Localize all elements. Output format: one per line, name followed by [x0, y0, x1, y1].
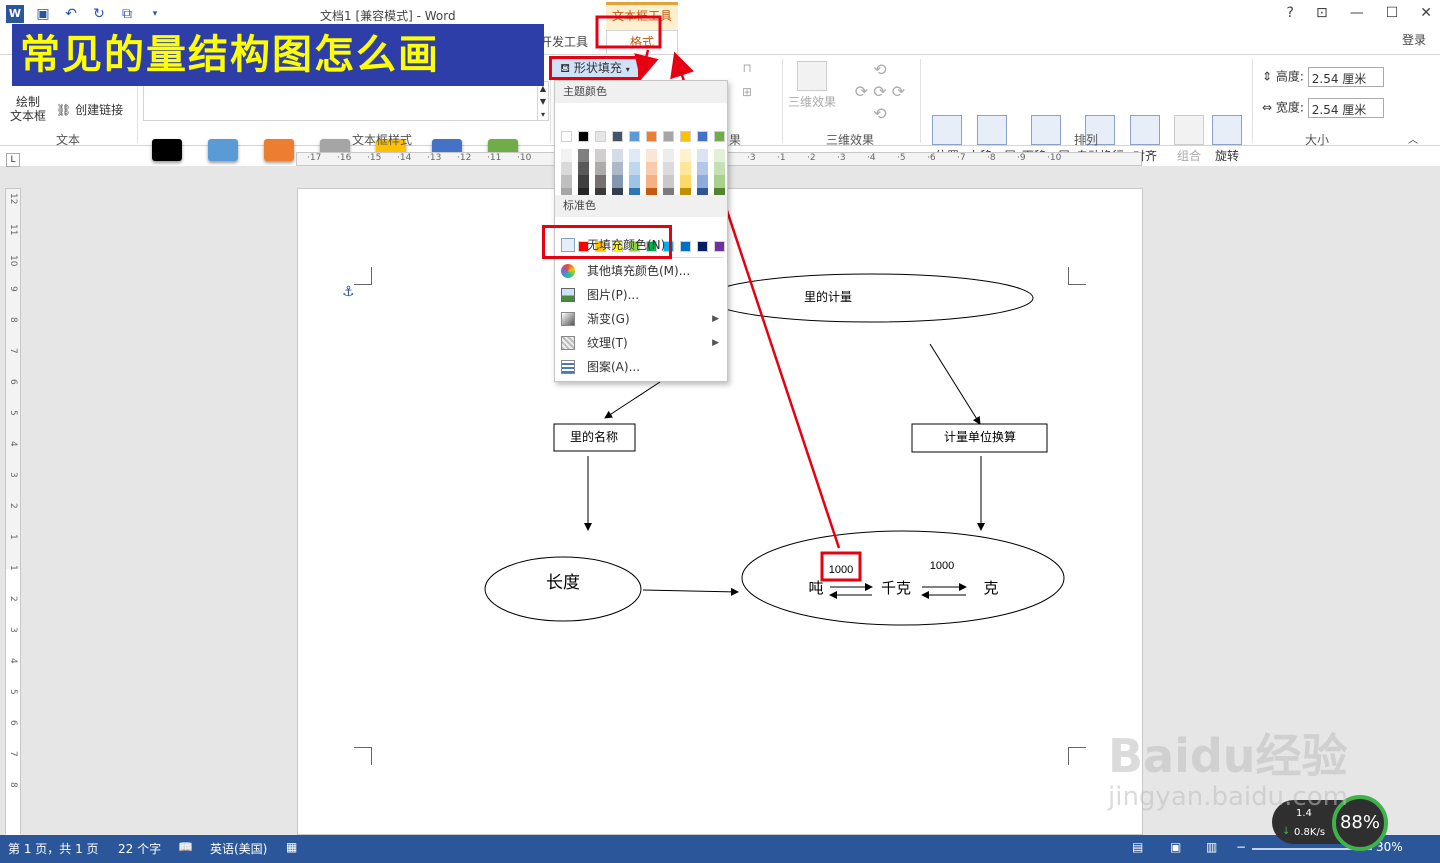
print-layout-icon[interactable]: ▣: [1170, 840, 1181, 854]
length-label: 长度: [546, 573, 580, 593]
gradient-icon: [561, 312, 575, 326]
language-label[interactable]: 英语(美国): [210, 840, 267, 857]
watermark-brand: Baidu经验: [1108, 729, 1348, 783]
fill-menu-item-label: 渐变(G): [587, 312, 630, 326]
theme-shade-swatch[interactable]: [578, 149, 589, 162]
fill-menu-item[interactable]: 图片(P)...: [555, 283, 727, 307]
theme-shade-swatch[interactable]: [663, 162, 674, 175]
theme-shade-swatch[interactable]: [714, 149, 725, 162]
theme-shade-swatch[interactable]: [595, 162, 606, 175]
root-label: 里的计量: [804, 289, 852, 304]
theme-shade-swatch[interactable]: [714, 175, 725, 188]
arrow-length-units: [642, 587, 739, 596]
theme-shade-swatch[interactable]: [561, 162, 572, 175]
submenu-arrow-icon: ▶: [712, 338, 719, 348]
theme-shade-swatch[interactable]: [697, 162, 708, 175]
arrow-root-right: [929, 343, 981, 425]
download-speed: 0.8K/s: [1294, 827, 1326, 838]
watermark-url: jingyan.baidu.com: [1108, 782, 1348, 812]
theme-color-swatch[interactable]: [646, 131, 657, 142]
theme-shade-swatch[interactable]: [578, 162, 589, 175]
theme-shade-swatch[interactable]: [697, 149, 708, 162]
theme-shade-swatch[interactable]: [561, 175, 572, 188]
fill-menu-item-label: 图案(A)...: [587, 360, 641, 374]
zoom-out-icon[interactable]: −: [1236, 840, 1246, 854]
fill-menu-item-label: 其他填充颜色(M)...: [587, 264, 691, 278]
units-ellipse[interactable]: [741, 530, 1065, 626]
theme-shade-swatch[interactable]: [646, 149, 657, 162]
theme-colors-header: 主题颜色: [555, 81, 727, 103]
theme-shade-swatch[interactable]: [663, 175, 674, 188]
ton-label: 吨: [808, 579, 823, 597]
highlight-no-fill: [542, 225, 672, 259]
fill-menu-item[interactable]: 纹理(T) ▶: [555, 331, 727, 355]
baidu-watermark: Baidu经验 jingyan.baidu.com: [1108, 720, 1348, 812]
theme-shade-swatch[interactable]: [561, 149, 572, 162]
standard-colors-header: 标准色: [555, 195, 727, 217]
macro-icon[interactable]: ▦: [286, 840, 297, 854]
download-arrow-icon: ↓: [1282, 826, 1291, 837]
theme-color-swatch[interactable]: [561, 131, 572, 142]
theme-color-swatch[interactable]: [629, 131, 640, 142]
theme-shade-swatch[interactable]: [629, 175, 640, 188]
arrow-root-left: [604, 381, 661, 419]
theme-color-swatch[interactable]: [697, 131, 708, 142]
theme-color-swatch[interactable]: [595, 131, 606, 142]
status-bar: 第 1 页，共 1 页 22 个字 📖 英语(美国) ▦ ▤ ▣ ▥ − 30%: [0, 835, 1440, 863]
picture-icon: [561, 288, 575, 302]
fill-menu-item[interactable]: 渐变(G) ▶: [555, 307, 727, 331]
factor1-label: 1000: [829, 564, 853, 576]
theme-color-swatch[interactable]: [663, 131, 674, 142]
theme-shade-swatch[interactable]: [680, 162, 691, 175]
theme-shade-swatch[interactable]: [612, 175, 623, 188]
theme-shade-swatch[interactable]: [629, 149, 640, 162]
word-count[interactable]: 22 个字: [118, 840, 161, 857]
gram-label: 克: [983, 579, 998, 597]
theme-shade-swatch[interactable]: [663, 149, 674, 162]
right-box-label: 计量单位换算: [944, 429, 1016, 444]
submenu-arrow-icon: ▶: [712, 314, 719, 324]
fill-menu-item[interactable]: 其他填充颜色(M)...: [555, 259, 727, 283]
theme-shade-swatch[interactable]: [697, 175, 708, 188]
proofing-icon[interactable]: 📖: [178, 840, 193, 854]
fill-menu-item-label: 纹理(T): [587, 336, 628, 350]
texture-icon: [561, 336, 575, 350]
theme-color-swatch[interactable]: [680, 131, 691, 142]
left-box-label: 里的名称: [570, 429, 618, 444]
fill-menu-item[interactable]: 图案(A)...: [555, 355, 727, 379]
theme-color-swatch[interactable]: [578, 131, 589, 142]
read-mode-icon[interactable]: ▤: [1132, 840, 1143, 854]
theme-shade-swatch[interactable]: [595, 149, 606, 162]
pattern-icon: [561, 360, 575, 374]
theme-shade-swatch[interactable]: [646, 175, 657, 188]
highlight-format-tab: [595, 15, 662, 49]
factor2-label: 1000: [930, 560, 954, 572]
page-count[interactable]: 第 1 页，共 1 页: [8, 840, 99, 857]
theme-shade-swatch[interactable]: [680, 175, 691, 188]
shape-fill-menu: 主题颜色 标准色 无填充颜色(N) 其他填充颜色(M)... 图片(P)... 渐变(…: [542, 80, 728, 382]
theme-shade-swatch[interactable]: [646, 162, 657, 175]
annotation-arrow-to-fill: [634, 49, 659, 81]
theme-shade-swatch[interactable]: [595, 175, 606, 188]
theme-shade-swatch[interactable]: [578, 175, 589, 188]
theme-color-swatch[interactable]: [612, 131, 623, 142]
kilogram-label: 千克: [881, 579, 911, 597]
theme-shade-swatch[interactable]: [629, 162, 640, 175]
web-layout-icon[interactable]: ▥: [1206, 840, 1217, 854]
theme-shade-swatch[interactable]: [612, 149, 623, 162]
theme-color-swatch[interactable]: [714, 131, 725, 142]
theme-shade-swatch[interactable]: [714, 162, 725, 175]
theme-shade-swatch[interactable]: [612, 162, 623, 175]
color-wheel-icon: [561, 264, 575, 278]
theme-shade-swatch[interactable]: [680, 149, 691, 162]
fill-menu-item-label: 图片(P)...: [587, 288, 640, 302]
